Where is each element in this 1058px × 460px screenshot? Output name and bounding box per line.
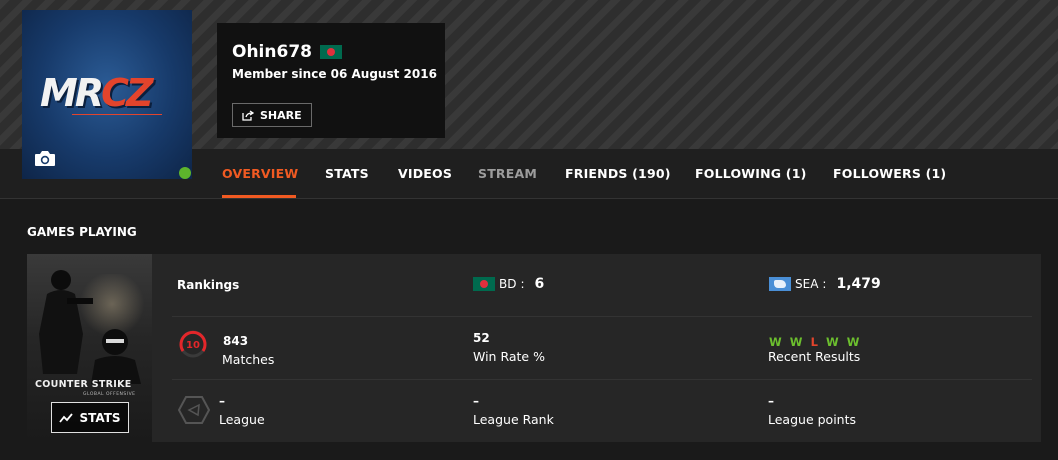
section-title-games: GAMES PLAYING — [27, 225, 137, 239]
game-stats-button[interactable]: STATS — [51, 402, 129, 433]
region-code: SEA — [795, 277, 819, 291]
league-rank-value: – — [473, 394, 479, 408]
row-divider — [172, 316, 1032, 317]
flag-bangladesh-icon — [319, 45, 342, 59]
league-points-value: – — [768, 394, 774, 408]
avatar-logo: MRCZ — [40, 71, 154, 115]
share-label: SHARE — [260, 108, 302, 122]
level-badge-icon: 10 — [179, 330, 207, 358]
country-rank: BD : 6 — [473, 276, 544, 292]
member-since: Member since 06 August 2016 — [232, 67, 437, 81]
game-cover[interactable]: COUNTER STRIKE GLOBAL OFFENSIVE STATS — [27, 254, 152, 442]
avatar-logo-underline — [72, 114, 162, 120]
tab-stats[interactable]: STATS — [325, 166, 369, 181]
league-rank-label: League Rank — [473, 412, 554, 427]
league-points-label: League points — [768, 412, 857, 427]
tab-friends[interactable]: FRIENDS (190) — [565, 166, 671, 181]
camera-icon[interactable] — [34, 150, 56, 167]
avatar[interactable]: MRCZ — [22, 10, 192, 179]
trend-chart-icon — [59, 412, 74, 423]
result-win: W — [825, 335, 839, 349]
tab-stream[interactable]: STREAM — [478, 166, 537, 181]
share-button[interactable]: SHARE — [232, 103, 312, 127]
tab-followers[interactable]: FOLLOWERS (1) — [833, 166, 946, 181]
country-rank-value: 6 — [534, 276, 545, 292]
share-icon — [242, 109, 254, 121]
country-code: BD — [499, 277, 517, 291]
soldier-silhouette-icon — [39, 270, 93, 374]
active-tab-indicator — [222, 195, 296, 198]
masked-soldier-icon — [91, 329, 141, 384]
row-divider — [172, 379, 1032, 380]
region-rank-value: 1,479 — [836, 276, 881, 292]
result-win: W — [789, 335, 803, 349]
matches-label: Matches — [222, 352, 275, 367]
rankings-label: Rankings — [177, 278, 240, 292]
league-hexagon-icon — [177, 396, 211, 424]
level-number: 10 — [186, 340, 200, 351]
username: Ohin678 — [232, 42, 312, 62]
recent-results: W W L W W — [769, 331, 862, 350]
stats-button-label: STATS — [79, 410, 121, 425]
game-title: COUNTER STRIKE — [35, 379, 132, 390]
profile-info-card: Ohin678 Member since 06 August 2016 SHAR… — [217, 23, 445, 138]
win-rate-value: 52 — [473, 331, 490, 345]
online-status-indicator — [179, 167, 191, 179]
league-label: League — [219, 412, 265, 427]
recent-results-label: Recent Results — [768, 349, 861, 364]
game-subtitle: GLOBAL OFFENSIVE — [83, 392, 136, 397]
result-loss: L — [810, 335, 818, 349]
game-card: COUNTER STRIKE GLOBAL OFFENSIVE STATS Ra… — [27, 254, 1041, 442]
tab-videos[interactable]: VIDEOS — [398, 166, 452, 181]
win-rate-label: Win Rate % — [473, 349, 545, 364]
result-win: W — [846, 335, 860, 349]
tab-overview[interactable]: OVERVIEW — [222, 166, 298, 181]
league-value: – — [219, 394, 225, 408]
matches-value: 843 — [223, 334, 249, 348]
flag-bangladesh-icon — [473, 277, 495, 291]
region-rank: SEA : 1,479 — [769, 276, 881, 292]
tab-following[interactable]: FOLLOWING (1) — [695, 166, 807, 181]
flag-sea-icon — [769, 277, 791, 291]
result-win: W — [769, 335, 782, 349]
